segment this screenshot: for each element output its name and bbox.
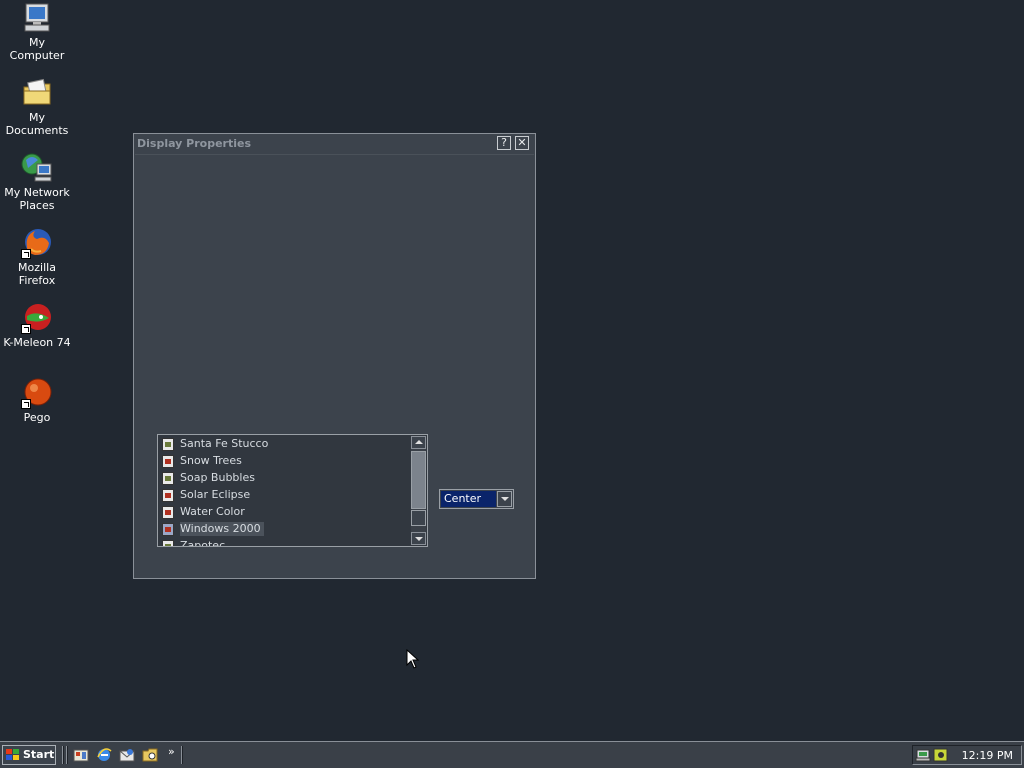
show-desktop-icon[interactable] (73, 747, 89, 763)
scroll-thumb[interactable] (411, 451, 426, 509)
computer-icon (21, 2, 53, 34)
explorer-search-icon[interactable] (142, 747, 158, 763)
desktop-icon-label: Pego (23, 411, 51, 424)
list-item-label: Snow Trees (180, 454, 242, 467)
outlook-express-icon[interactable] (119, 747, 135, 763)
wallpaper-file-icon (162, 438, 174, 451)
close-button[interactable]: ✕ (515, 136, 529, 150)
windows-logo-icon (6, 749, 19, 760)
list-item[interactable]: Santa Fe Stucco (161, 436, 411, 453)
picture-position-select[interactable]: Center (439, 489, 514, 509)
scroll-up-button[interactable] (411, 436, 426, 449)
desktop-icon-my-network-places[interactable]: My Network Places (0, 152, 74, 212)
network-tray-icon[interactable] (915, 748, 931, 762)
volume-tray-icon[interactable] (933, 748, 949, 762)
k-meleon-icon (21, 302, 53, 334)
wallpaper-file-icon (162, 455, 174, 468)
start-label: Start (23, 748, 55, 761)
mouse-cursor-icon (406, 649, 420, 669)
desktop-icon-my-computer[interactable]: My Computer (0, 2, 74, 62)
desktop-icon-label: My Computer (9, 36, 65, 62)
help-button[interactable]: ? (497, 136, 511, 150)
pego-icon (21, 377, 53, 409)
list-item[interactable]: Solar Eclipse (161, 487, 411, 504)
firefox-icon (21, 227, 53, 259)
desktop-icon-pego[interactable]: Pego (0, 377, 74, 424)
wallpaper-file-icon (162, 472, 174, 485)
list-item-label: Soap Bubbles (180, 471, 255, 484)
list-item-label: Windows 2000 (180, 522, 264, 536)
desktop-icon-label: My Network Places (4, 186, 70, 212)
shortcut-arrow-icon (21, 399, 31, 409)
dialog-body: Santa Fe Stucco Snow Trees Soap Bubbles … (135, 154, 534, 578)
system-tray: 12:19 PM (912, 745, 1022, 765)
wallpaper-file-icon (162, 489, 174, 502)
list-item-label: Water Color (180, 505, 245, 518)
taskbar: Start » 12:19 PM (0, 741, 1024, 768)
display-properties-dialog: Display Properties ? ✕ Santa Fe Stucco S… (133, 133, 536, 579)
listbox-scrollbar[interactable] (411, 436, 426, 545)
chevron-down-icon[interactable] (497, 491, 512, 507)
list-item[interactable]: Zapotec (161, 538, 411, 547)
taskbar-separator (181, 746, 183, 764)
scroll-down-button[interactable] (411, 532, 426, 545)
quick-launch-more-button[interactable]: » (168, 745, 175, 758)
list-item-selected[interactable]: Windows 2000 (161, 521, 411, 538)
internet-explorer-icon[interactable] (96, 747, 112, 763)
list-item-label: Solar Eclipse (180, 488, 251, 501)
list-item[interactable]: Snow Trees (161, 453, 411, 470)
network-icon (21, 152, 53, 184)
list-item-label: Zapotec (180, 539, 226, 547)
desktop-icon-k-meleon[interactable]: K-Meleon 74 (0, 302, 74, 349)
desktop-icon-label: My Documents (5, 111, 69, 137)
list-item-label: Santa Fe Stucco (180, 437, 269, 450)
start-button[interactable]: Start (2, 745, 56, 765)
desktop-icon-label: K-Meleon 74 (3, 336, 71, 349)
desktop-icon-label: Mozilla Firefox (18, 261, 56, 287)
list-item[interactable]: Water Color (161, 504, 411, 521)
dialog-titlebar[interactable]: Display Properties ? ✕ (134, 134, 535, 154)
scroll-track[interactable] (411, 510, 426, 526)
desktop: My Computer My Documents My Network Plac… (0, 0, 1024, 741)
desktop-icon-mozilla-firefox[interactable]: Mozilla Firefox (0, 227, 74, 287)
taskbar-separator (62, 746, 64, 764)
list-item[interactable]: Soap Bubbles (161, 470, 411, 487)
shortcut-arrow-icon (21, 249, 31, 259)
wallpaper-listbox[interactable]: Santa Fe Stucco Snow Trees Soap Bubbles … (157, 434, 428, 547)
clock[interactable]: 12:19 PM (962, 749, 1013, 762)
shortcut-arrow-icon (21, 324, 31, 334)
desktop-icon-my-documents[interactable]: My Documents (0, 77, 74, 137)
wallpaper-file-icon (162, 523, 174, 536)
wallpaper-file-icon (162, 540, 174, 546)
wallpaper-file-icon (162, 506, 174, 519)
folder-icon (21, 77, 53, 109)
taskbar-grip (66, 746, 68, 764)
picture-position-value: Center (441, 491, 496, 507)
dialog-title: Display Properties (137, 137, 252, 150)
